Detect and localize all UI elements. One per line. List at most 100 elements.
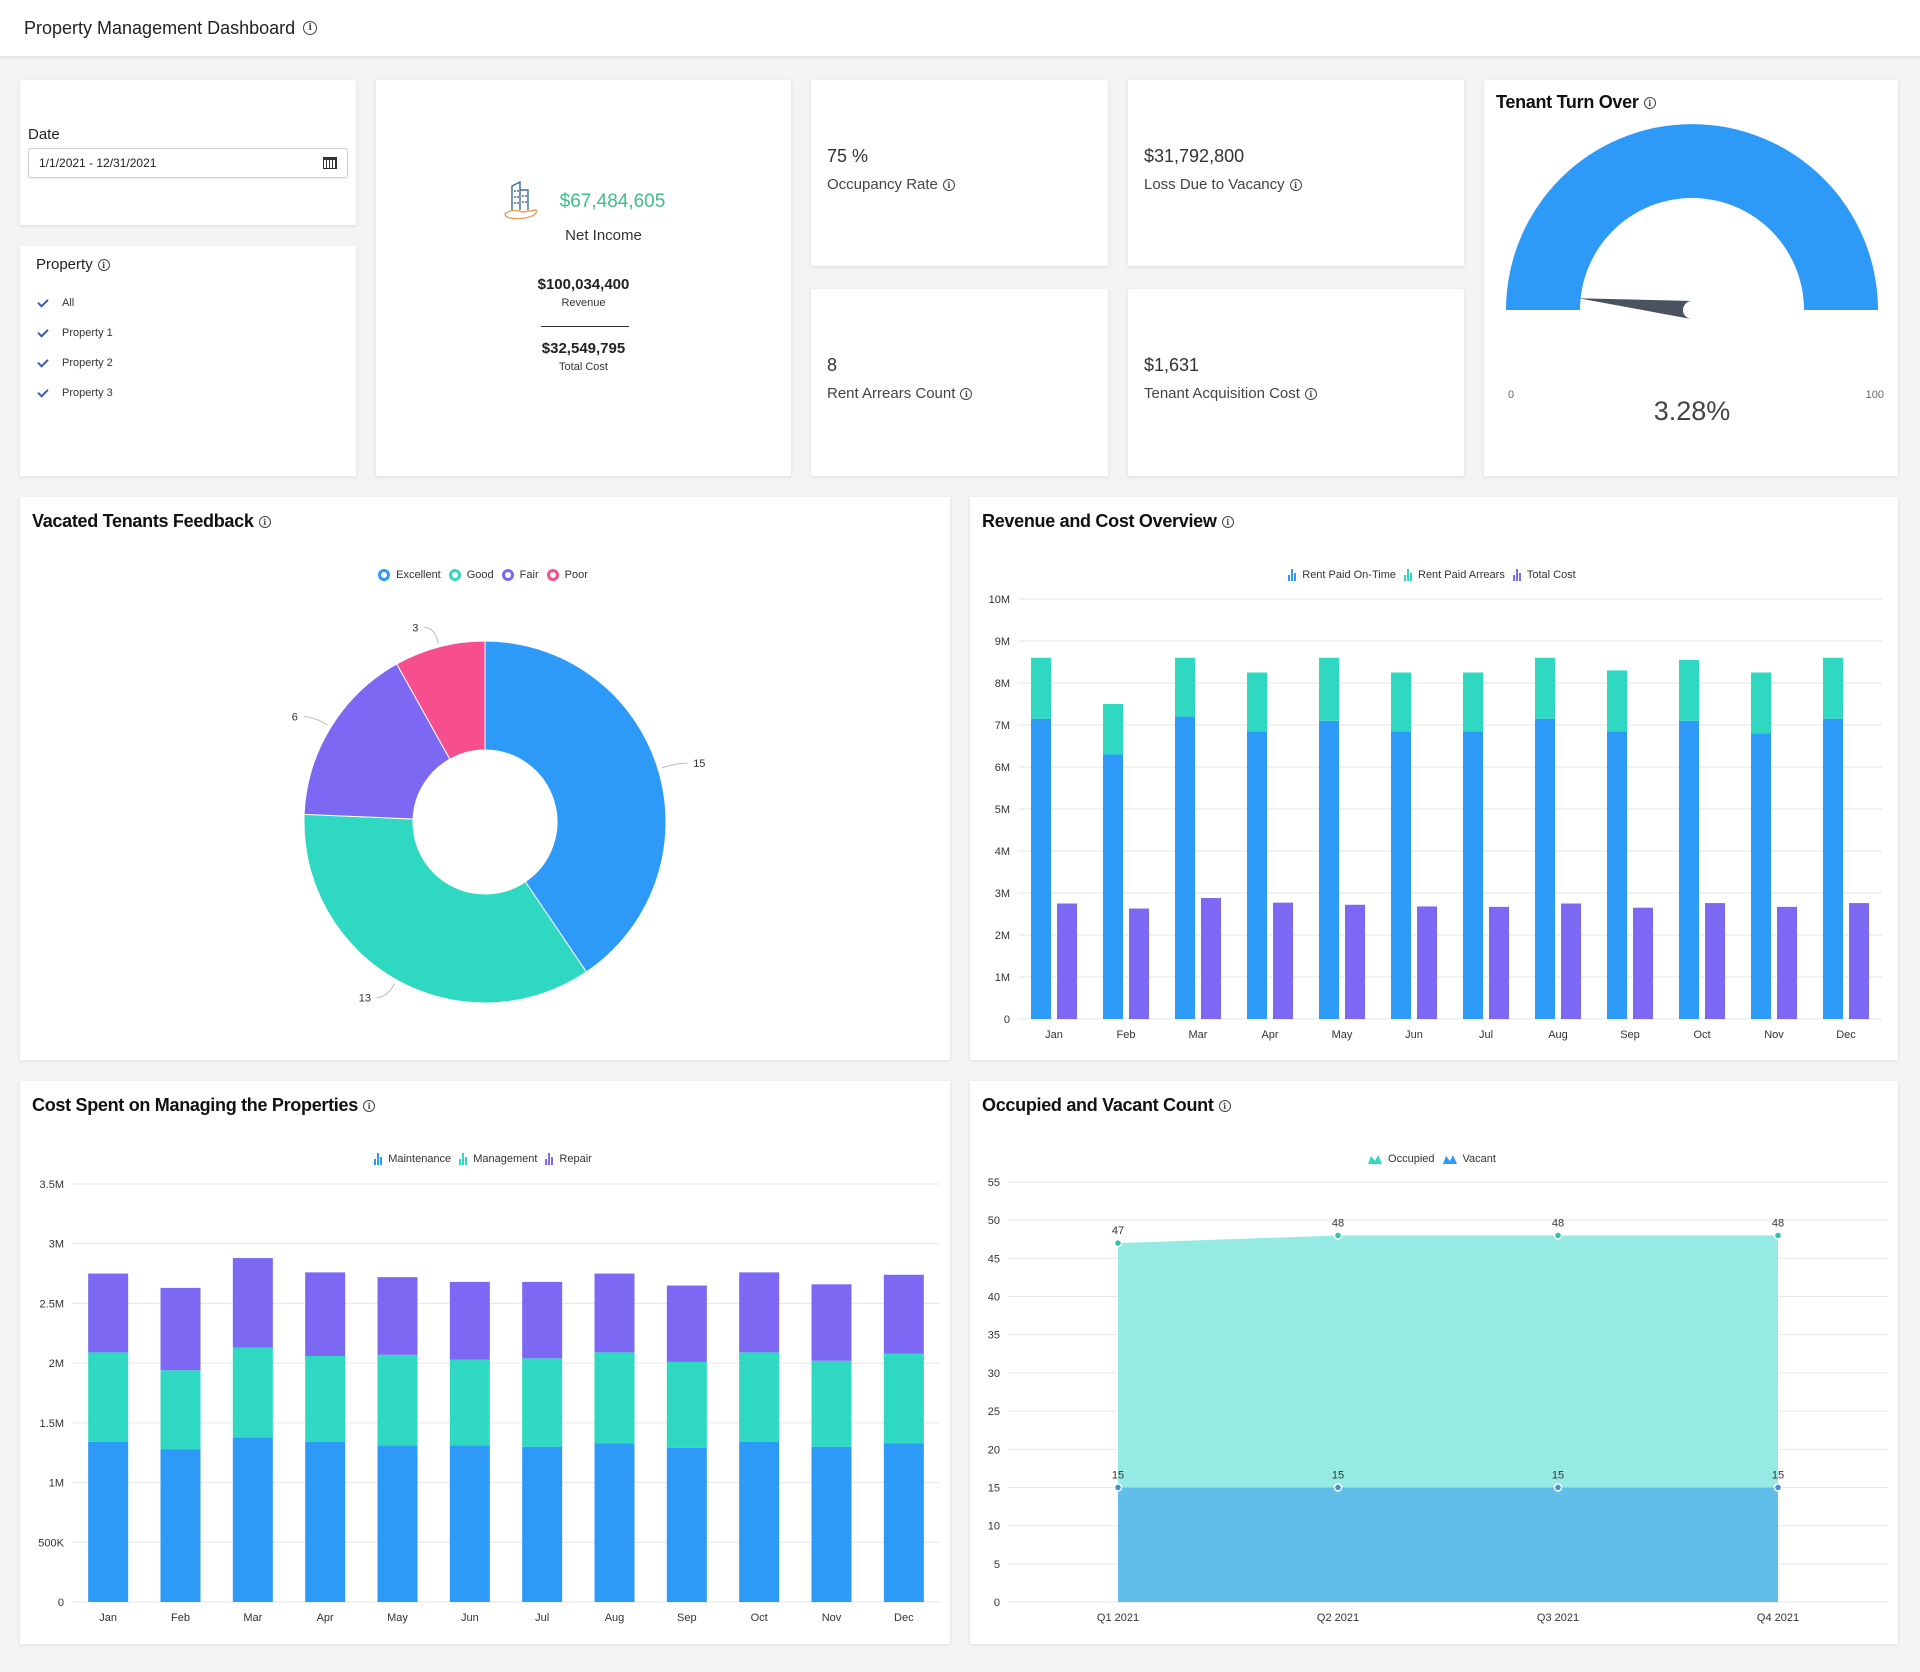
- data-label: 47: [1112, 1225, 1124, 1237]
- bar-repair: [522, 1281, 563, 1359]
- kpi-label: Loss Due to Vacancy i: [1144, 176, 1302, 193]
- info-icon[interactable]: i: [960, 387, 973, 400]
- occupied-vacant-card: Occupied and Vacant Count i Occupied Vaca…: [970, 1081, 1898, 1644]
- data-label-connector: [376, 983, 396, 998]
- x-tick-label: Apr: [317, 1612, 334, 1624]
- x-tick-label: Q4 2021: [1757, 1612, 1799, 1624]
- x-tick-label: Dec: [894, 1612, 914, 1624]
- property-item-1[interactable]: Property 1: [38, 318, 113, 348]
- bar-total-cost: [1129, 908, 1149, 1019]
- bar-total-cost: [1057, 903, 1077, 1019]
- calendar-icon[interactable]: [323, 157, 337, 169]
- bar-management: [594, 1352, 635, 1444]
- date-range-value: 1/1/2021 - 12/31/2021: [39, 156, 157, 170]
- gauge-needle: [1578, 298, 1693, 319]
- bar-repair: [160, 1287, 201, 1371]
- bar-management: [305, 1355, 346, 1442]
- bar-maintenance: [739, 1441, 780, 1602]
- y-tick-label: 25: [988, 1406, 1000, 1418]
- y-tick-label: 50: [988, 1215, 1000, 1227]
- y-tick-label: 10: [988, 1521, 1000, 1533]
- bar-management: [232, 1347, 273, 1438]
- x-tick-label: Jul: [1479, 1029, 1493, 1041]
- data-point-occupied: [1773, 1231, 1783, 1240]
- data-point-vacant: [1773, 1483, 1783, 1492]
- total-cost-label: Total Cost: [559, 361, 608, 373]
- tenant-turnover-card: Tenant Turn Over i 0 100 3.28%: [1484, 80, 1898, 476]
- net-income-label: Net Income: [565, 227, 642, 244]
- revenue-value: $100,034,400: [537, 276, 630, 293]
- info-icon[interactable]: i: [1289, 178, 1302, 191]
- bar-rent-on-time: [1247, 731, 1267, 1019]
- property-item-all[interactable]: All: [38, 288, 113, 318]
- property-item-3[interactable]: Property 3: [38, 378, 113, 408]
- y-tick-label: 40: [988, 1292, 1000, 1304]
- bar-rent-arrears: [1823, 657, 1843, 719]
- bar-rent-arrears: [1319, 657, 1339, 721]
- bar-management: [88, 1352, 129, 1442]
- date-range-input[interactable]: 1/1/2021 - 12/31/2021: [28, 148, 348, 178]
- net-income-card: $67,484,605 Net Income $100,034,400 Reve…: [376, 80, 791, 476]
- y-tick-label: 5M: [995, 804, 1010, 816]
- bar-management: [666, 1361, 707, 1448]
- bar-management: [377, 1354, 418, 1446]
- bar-repair: [377, 1277, 418, 1355]
- bar-rent-arrears: [1751, 672, 1771, 734]
- y-tick-label: 45: [988, 1253, 1000, 1265]
- y-tick-label: 8M: [995, 678, 1010, 690]
- data-point-vacant: [1113, 1483, 1123, 1492]
- bar-management: [160, 1370, 201, 1450]
- x-tick-label: May: [387, 1612, 408, 1624]
- property-filter-card: Property i All Property 1 Property 2 Prop…: [20, 246, 356, 476]
- y-tick-label: 500K: [38, 1537, 64, 1549]
- kpi-label: Rent Arrears Count i: [827, 385, 973, 402]
- property-item-label: Property 1: [62, 327, 113, 339]
- turnover-gauge: 0 100 3.28%: [1506, 124, 1884, 426]
- kpi-value: 75 %: [827, 146, 869, 166]
- bar-rent-arrears: [1391, 672, 1411, 732]
- occupied-vacant-chart: 0 5 10 15 20 25 30 35 40 45 50 55 Q1 2021 Q2 2021 Q3 2…: [988, 1177, 1888, 1624]
- bar-rent-on-time: [1679, 720, 1699, 1019]
- data-label: 48: [1552, 1217, 1564, 1229]
- bar-total-cost: [1345, 904, 1365, 1019]
- bar-total-cost: [1561, 903, 1581, 1019]
- bar-rent-arrears: [1103, 704, 1123, 755]
- x-tick-label: Feb: [171, 1612, 190, 1624]
- bar-repair: [811, 1284, 852, 1361]
- x-tick-label: Aug: [1548, 1029, 1568, 1041]
- y-tick-label: 2M: [995, 930, 1010, 942]
- y-tick-label: 30: [988, 1368, 1000, 1380]
- y-tick-label: 0: [1004, 1014, 1010, 1026]
- page-title: Property Management Dashboard: [24, 17, 296, 38]
- property-item-label: Property 3: [62, 387, 113, 399]
- revenue-cost-card: Revenue and Cost Overview i Rent Paid On-…: [970, 497, 1898, 1060]
- bar-management: [883, 1353, 924, 1444]
- data-label: 48: [1772, 1217, 1784, 1229]
- info-icon[interactable]: i: [942, 178, 955, 191]
- bar-management: [739, 1352, 780, 1442]
- x-tick-label: Oct: [1693, 1029, 1710, 1041]
- x-tick-label: Mar: [1189, 1029, 1208, 1041]
- data-point-vacant: [1553, 1483, 1563, 1492]
- y-tick-label: 4M: [995, 846, 1010, 858]
- divider: [541, 326, 629, 327]
- data-label: 15: [1332, 1469, 1344, 1481]
- gauge-arc: [1506, 124, 1878, 311]
- kpi-label: Tenant Acquisition Cost i: [1144, 385, 1317, 402]
- donut-slice-good: [303, 813, 588, 1004]
- x-tick-label: Jul: [535, 1612, 549, 1624]
- property-item-2[interactable]: Property 2: [38, 348, 113, 378]
- bar-maintenance: [377, 1445, 418, 1602]
- info-icon[interactable]: i: [1304, 387, 1317, 400]
- property-filter-title: Property i: [36, 256, 110, 273]
- info-icon[interactable]: i: [97, 259, 110, 272]
- info-icon[interactable]: i: [303, 21, 318, 35]
- kpi-value: $31,792,800: [1144, 146, 1245, 166]
- bar-total-cost: [1273, 902, 1293, 1019]
- feedback-donut-chart: 15 13 6 3: [292, 622, 706, 1004]
- bar-maintenance: [594, 1443, 635, 1602]
- gauge-max-label: 100: [1866, 389, 1884, 401]
- bar-maintenance: [305, 1441, 346, 1602]
- data-label-connector: [424, 626, 439, 644]
- kpi-label-text: Tenant Acquisition Cost: [1144, 385, 1300, 402]
